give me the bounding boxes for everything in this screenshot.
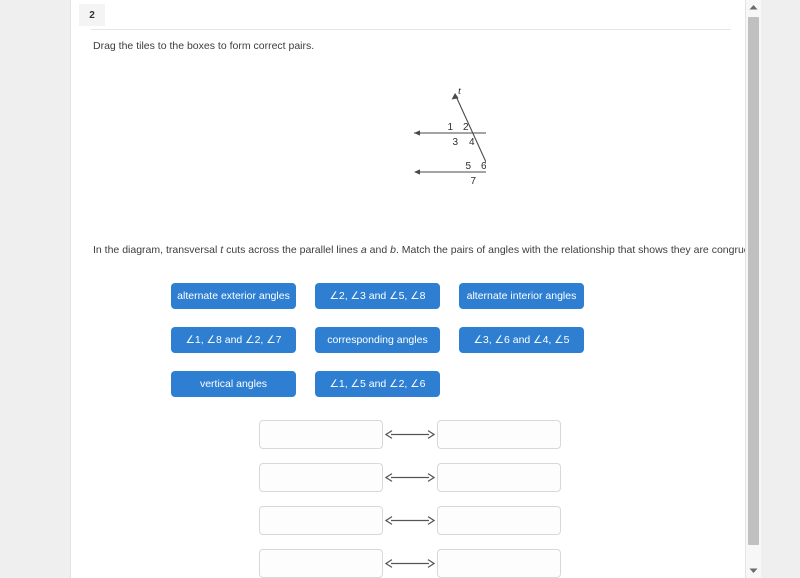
tile-alternate-interior-angles[interactable]: alternate interior angles xyxy=(459,283,584,309)
figure-label-t: t xyxy=(458,85,462,97)
match-arrow-icon xyxy=(383,550,437,577)
tile-angles-3-6-and-4-5[interactable]: ∠3, ∠6 and ∠4, ∠5 xyxy=(459,327,584,353)
tile-bank: alternate exterior angles ∠2, ∠3 and ∠5,… xyxy=(171,283,701,415)
tile-bank-empty-slot xyxy=(459,371,584,397)
tile-angles-1-5-and-2-6[interactable]: ∠1, ∠5 and ∠2, ∠6 xyxy=(315,371,440,397)
dropzone-area xyxy=(259,420,689,578)
double-arrow-icon xyxy=(385,516,435,525)
angle-label-4: 4 xyxy=(469,137,475,148)
double-arrow-icon xyxy=(385,559,435,568)
header-divider xyxy=(91,29,731,30)
dropbox-right-4[interactable] xyxy=(437,549,561,578)
tile-row: ∠1, ∠8 and ∠2, ∠7 corresponding angles ∠… xyxy=(171,327,701,353)
tile-row: alternate exterior angles ∠2, ∠3 and ∠5,… xyxy=(171,283,701,309)
angle-label-1: 1 xyxy=(447,122,453,133)
caption-segment-1: In the diagram, transversal xyxy=(93,244,221,256)
match-arrow-icon xyxy=(383,421,437,448)
scroll-down-button[interactable] xyxy=(746,563,761,578)
page-root: 2 Drag the tiles to the boxes to form co… xyxy=(0,0,800,578)
double-arrow-icon xyxy=(385,430,435,439)
angle-label-7: 7 xyxy=(470,176,476,187)
dropbox-right-3[interactable] xyxy=(437,506,561,535)
question-number-badge: 2 xyxy=(79,4,105,26)
caption-segment-3: and xyxy=(366,244,391,256)
angle-label-6: 6 xyxy=(481,161,486,172)
drag-instruction-text: Drag the tiles to the boxes to form corr… xyxy=(93,40,315,52)
caption-segment-4: . Match the pairs of angles with the rel… xyxy=(395,244,746,256)
angles-diagram-svg: t a b 1 2 3 4 5 6 7 8 xyxy=(414,85,544,207)
tile-corresponding-angles[interactable]: corresponding angles xyxy=(315,327,440,353)
dropbox-left-2[interactable] xyxy=(259,463,383,492)
vertical-scrollbar[interactable] xyxy=(745,0,761,578)
tile-vertical-angles[interactable]: vertical angles xyxy=(171,371,296,397)
transversal-parallel-lines-figure: t a b 1 2 3 4 5 6 7 8 xyxy=(336,80,544,220)
question-content-panel: 2 Drag the tiles to the boxes to form co… xyxy=(70,0,746,578)
chevron-up-icon xyxy=(749,5,758,10)
dropbox-right-2[interactable] xyxy=(437,463,561,492)
tile-angles-2-3-and-5-8[interactable]: ∠2, ∠3 and ∠5, ∠8 xyxy=(315,283,440,309)
chevron-down-icon xyxy=(749,568,758,573)
diagram-caption: In the diagram, transversal t cuts acros… xyxy=(93,243,746,257)
dropzone-row xyxy=(259,420,689,449)
match-arrow-icon xyxy=(383,507,437,534)
line-b-left-arrowhead xyxy=(414,169,420,175)
match-arrow-icon xyxy=(383,464,437,491)
dropbox-right-1[interactable] xyxy=(437,420,561,449)
tile-angles-1-8-and-2-7[interactable]: ∠1, ∠8 and ∠2, ∠7 xyxy=(171,327,296,353)
angle-label-2: 2 xyxy=(463,122,469,133)
angle-label-3: 3 xyxy=(452,137,458,148)
dropbox-left-4[interactable] xyxy=(259,549,383,578)
tile-alternate-exterior-angles[interactable]: alternate exterior angles xyxy=(171,283,296,309)
caption-segment-2: cuts across the parallel lines xyxy=(223,244,361,256)
dropbox-left-3[interactable] xyxy=(259,506,383,535)
tile-row: vertical angles ∠1, ∠5 and ∠2, ∠6 xyxy=(171,371,701,397)
angle-label-5: 5 xyxy=(465,161,471,172)
transversal-t-path xyxy=(454,93,507,207)
double-arrow-icon xyxy=(385,473,435,482)
question-header: 2 xyxy=(71,0,746,30)
dropbox-left-1[interactable] xyxy=(259,420,383,449)
scroll-up-button[interactable] xyxy=(746,0,761,15)
dropzone-row xyxy=(259,463,689,492)
line-a-left-arrowhead xyxy=(414,130,420,136)
dropzone-row xyxy=(259,506,689,535)
scrollbar-thumb[interactable] xyxy=(748,17,759,545)
dropzone-row xyxy=(259,549,689,578)
